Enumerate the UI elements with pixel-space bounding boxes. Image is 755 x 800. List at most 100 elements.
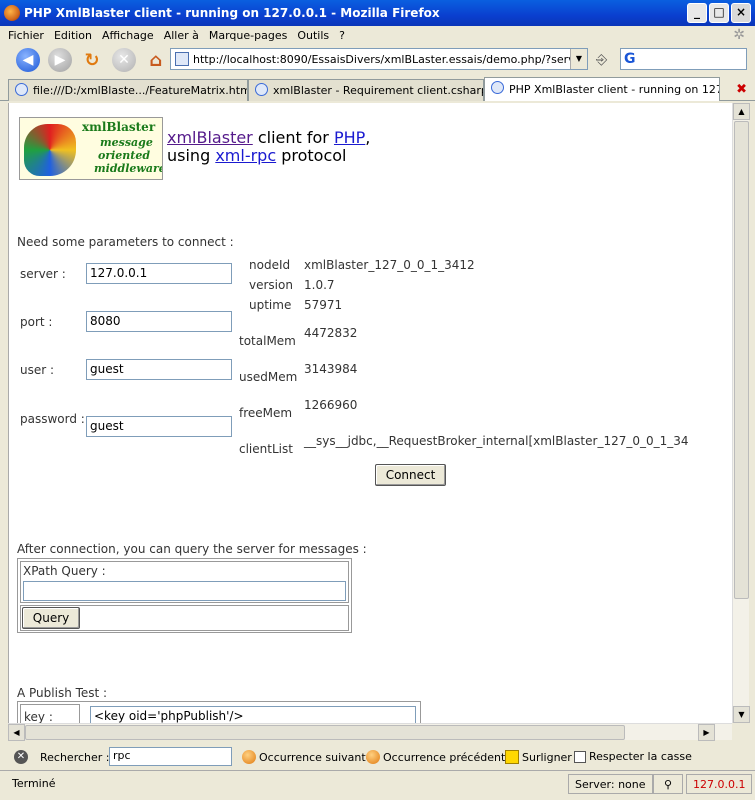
key-input[interactable]: <key oid='phpPublish'/> bbox=[90, 706, 416, 723]
forward-button[interactable]: ▶ bbox=[48, 48, 72, 72]
url-dropdown-icon[interactable]: ▼ bbox=[570, 49, 587, 69]
connection-icon: ⚲ bbox=[653, 774, 683, 794]
menu-bar: Fichier Edition Affichage Aller à Marque… bbox=[0, 26, 755, 44]
tab-feature-matrix[interactable]: file:///D:/xmlBlaste.../FeatureMatrix.ht… bbox=[8, 79, 248, 101]
find-input[interactable]: rpc bbox=[109, 747, 232, 766]
heading-text: protocol bbox=[276, 146, 347, 165]
password-input[interactable]: guest bbox=[86, 416, 232, 437]
logo-text: oriented bbox=[98, 149, 151, 162]
user-label: user : bbox=[20, 363, 55, 377]
freemem-value: 1266960 bbox=[304, 398, 358, 412]
match-case-checkbox[interactable]: Respecter la casse bbox=[574, 750, 692, 763]
firefox-icon bbox=[255, 83, 268, 96]
find-next-label: Occurrence suivante bbox=[259, 750, 373, 764]
usedmem-value: 3143984 bbox=[304, 362, 358, 376]
menu-help[interactable]: ? bbox=[339, 29, 345, 42]
nodeid-label: nodeId bbox=[249, 258, 291, 272]
tab-label: file:///D:/xmlBlaste.../FeatureMatrix.ht… bbox=[33, 84, 248, 97]
nodeid-value: xmlBlaster_127_0_0_1_3412 bbox=[304, 258, 475, 272]
menu-fichier[interactable]: Fichier bbox=[8, 29, 44, 42]
find-prev-icon bbox=[366, 750, 380, 764]
server-label: server : bbox=[20, 267, 66, 281]
key-cell: key : bbox=[20, 704, 80, 723]
minimize-button[interactable]: _ bbox=[687, 3, 707, 23]
home-button[interactable]: ⌂ bbox=[144, 48, 168, 72]
url-bar[interactable]: http://localhost:8090/EssaisDivers/xmlBL… bbox=[170, 48, 588, 70]
connect-button[interactable]: Connect bbox=[375, 464, 446, 486]
stop-button[interactable]: ✕ bbox=[112, 48, 136, 72]
scroll-down-icon[interactable]: ▼ bbox=[733, 706, 750, 723]
query-button[interactable]: Query bbox=[22, 607, 80, 629]
logo-graphic bbox=[24, 124, 76, 176]
tab-label: PHP XmlBlaster client - running on 127..… bbox=[509, 83, 720, 96]
version-label: version bbox=[249, 278, 293, 292]
totalmem-label: totalMem bbox=[239, 334, 296, 348]
heading-text: , bbox=[365, 128, 371, 147]
password-label: password : bbox=[20, 412, 85, 426]
connect-intro: Need some parameters to connect : bbox=[17, 235, 234, 249]
close-button[interactable]: × bbox=[731, 3, 751, 23]
hscroll-thumb[interactable] bbox=[25, 725, 625, 740]
port-label: port : bbox=[20, 315, 53, 329]
search-box[interactable]: G bbox=[620, 48, 747, 70]
back-button[interactable]: ◀ bbox=[16, 48, 40, 72]
tab-requirement[interactable]: xmlBlaster - Requirement client.csharp bbox=[248, 79, 484, 101]
maximize-button[interactable]: □ bbox=[709, 3, 729, 23]
title-bar: PHP XmlBlaster client - running on 127.0… bbox=[0, 0, 755, 26]
menu-edition[interactable]: Edition bbox=[54, 29, 92, 42]
close-tab-icon[interactable]: ✖ bbox=[736, 82, 747, 97]
status-bar: Terminé Server: none ⚲ 127.0.0.1 bbox=[0, 770, 755, 796]
xpath-label: XPath Query : bbox=[23, 564, 106, 578]
usedmem-label: usedMem bbox=[239, 370, 298, 384]
logo-text: xmlBlaster bbox=[82, 120, 156, 134]
tab-bar: file:///D:/xmlBlaste.../FeatureMatrix.ht… bbox=[0, 77, 755, 101]
page-content: xmlBlaster message oriented middleware x… bbox=[8, 103, 732, 723]
query-intro: After connection, you can query the serv… bbox=[17, 542, 367, 556]
checkbox-icon[interactable] bbox=[574, 750, 586, 763]
xml-rpc-link[interactable]: xml-rpc bbox=[215, 146, 276, 165]
go-icon[interactable]: ⎆ bbox=[596, 52, 607, 68]
tab-php-client[interactable]: PHP XmlBlaster client - running on 127..… bbox=[484, 77, 720, 101]
reload-button[interactable]: ↻ bbox=[80, 48, 104, 72]
php-link[interactable]: PHP bbox=[334, 128, 365, 147]
heading-text: using bbox=[167, 146, 216, 165]
server-input[interactable]: 127.0.0.1 bbox=[86, 263, 232, 284]
scroll-up-icon[interactable]: ▲ bbox=[733, 103, 750, 120]
key-label: key : bbox=[24, 710, 53, 723]
find-label: Rechercher : bbox=[40, 751, 110, 764]
firefox-icon bbox=[4, 5, 20, 21]
find-next-icon bbox=[242, 750, 256, 764]
highlight-label: Surligner bbox=[522, 750, 572, 764]
clientlist-value: __sys__jdbc,__RequestBroker_internal[xml… bbox=[304, 434, 689, 448]
query-form: XPath Query : Query bbox=[17, 558, 352, 633]
menu-outils[interactable]: Outils bbox=[297, 29, 329, 42]
throbber-icon: ✲ bbox=[733, 27, 745, 43]
tab-label: xmlBlaster - Requirement client.csharp bbox=[273, 84, 484, 97]
port-input[interactable]: 8080 bbox=[86, 311, 232, 332]
close-findbar-icon[interactable]: ✕ bbox=[14, 750, 28, 764]
vertical-scrollbar[interactable]: ▲ ▼ bbox=[732, 103, 750, 723]
google-icon[interactable]: G bbox=[624, 51, 636, 67]
xpath-input[interactable] bbox=[23, 581, 346, 601]
window-title: PHP XmlBlaster client - running on 127.0… bbox=[24, 6, 440, 20]
user-input[interactable]: guest bbox=[86, 359, 232, 380]
menu-affichage[interactable]: Affichage bbox=[102, 29, 154, 42]
totalmem-value: 4472832 bbox=[304, 326, 358, 340]
find-next-button[interactable]: Occurrence suivante bbox=[242, 750, 372, 764]
logo-text: message bbox=[100, 136, 153, 149]
xmlblaster-link[interactable]: xmlBlaster bbox=[167, 128, 253, 147]
scroll-left-icon[interactable]: ◀ bbox=[8, 724, 25, 741]
publish-form: key : <key oid='phpPublish'/> bbox=[17, 701, 421, 723]
scroll-right-icon[interactable]: ▶ bbox=[698, 724, 715, 741]
scroll-thumb[interactable] bbox=[734, 121, 749, 599]
firefox-icon bbox=[491, 81, 504, 94]
query-button-cell: Query bbox=[20, 605, 349, 631]
highlight-button[interactable]: Surligner bbox=[505, 750, 572, 764]
menu-aller[interactable]: Aller à bbox=[164, 29, 199, 42]
publish-intro: A Publish Test : bbox=[17, 686, 108, 700]
page-icon bbox=[175, 52, 189, 66]
horizontal-scrollbar[interactable]: ◀ ▶ bbox=[8, 723, 732, 741]
clientlist-label: clientList bbox=[239, 442, 293, 456]
menu-marque-pages[interactable]: Marque-pages bbox=[209, 29, 287, 42]
find-prev-button[interactable]: Occurrence précédente bbox=[366, 750, 512, 764]
